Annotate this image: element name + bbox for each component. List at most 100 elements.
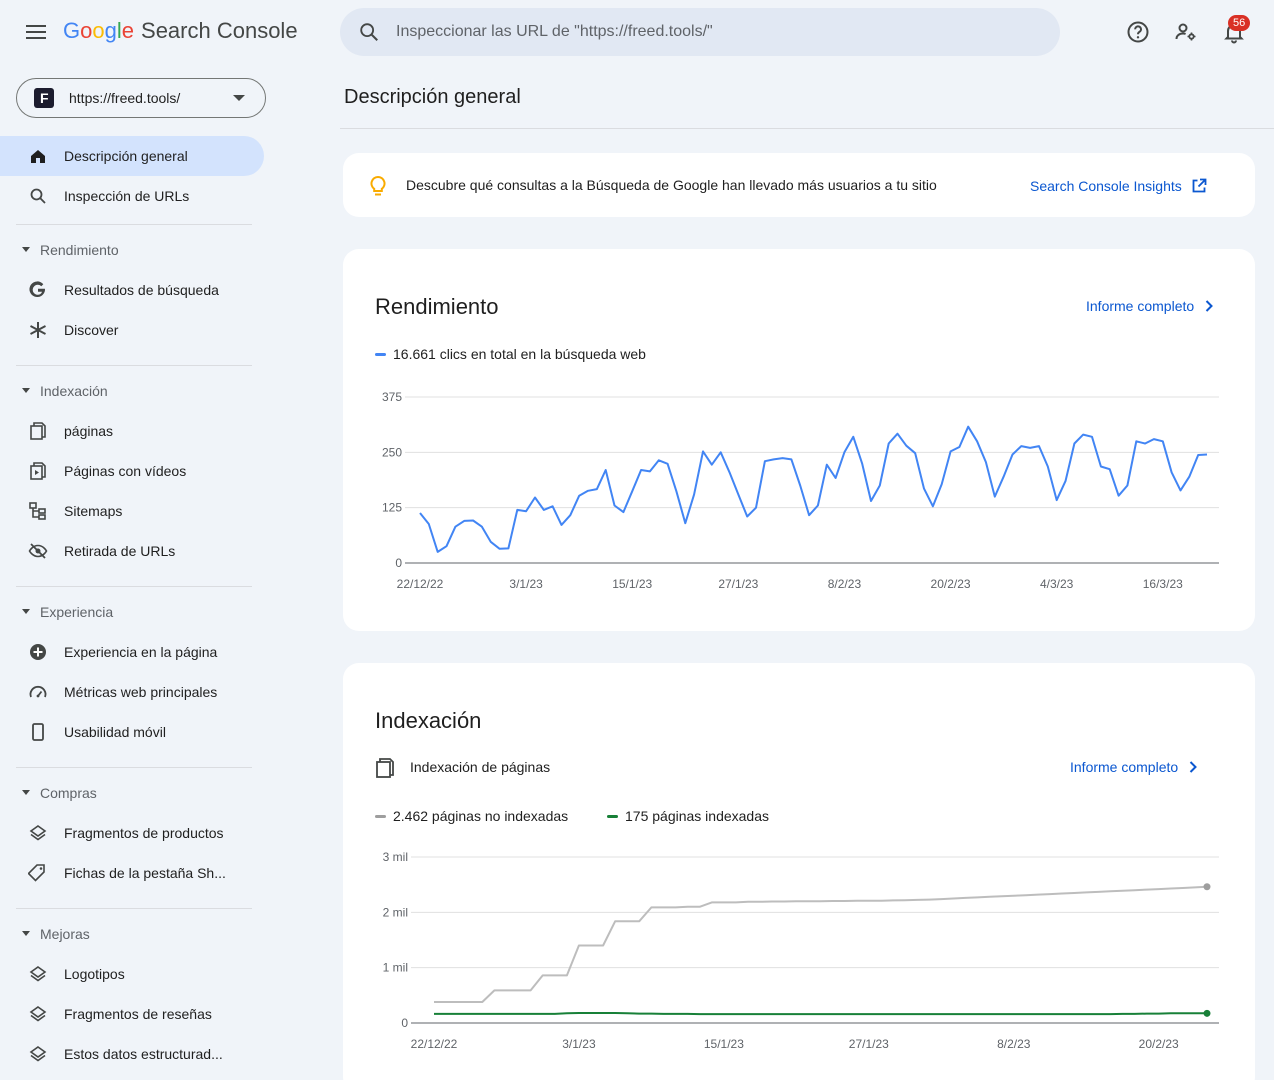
x-tick-label: 3/1/23 [562, 1037, 596, 1051]
section-title: Compras [40, 785, 97, 801]
manage-accounts-icon[interactable] [1174, 20, 1198, 44]
sidebar-item-fragmentos-de-reseñas[interactable]: Fragmentos de reseñas [0, 994, 264, 1034]
help-icon[interactable] [1126, 20, 1150, 44]
legend-label: 16.661 clics en total en la búsqueda web [393, 346, 646, 362]
report-link-label: Informe completo [1070, 759, 1179, 775]
indexing-report-link[interactable]: Informe completo [1070, 759, 1198, 775]
sidebar-section-mejoras[interactable]: Mejoras [0, 919, 264, 949]
collapse-arrow-icon [22, 609, 30, 614]
indexed-legend[interactable]: 175 páginas indexadas [607, 808, 769, 824]
collapse-arrow-icon [22, 790, 30, 795]
insights-message: Descubre qué consultas a la Búsqueda de … [406, 177, 937, 193]
legend-label: 2.462 páginas no indexadas [393, 808, 569, 824]
sidebar-section-compras[interactable]: Compras [0, 778, 264, 808]
layers-icon [29, 1006, 47, 1022]
sidebar-item-experiencia-en-la-página[interactable]: Experiencia en la página [0, 632, 264, 672]
app-logo[interactable]: Google Search Console [63, 18, 298, 44]
home-icon [31, 150, 45, 163]
sidebar-divider [16, 224, 252, 225]
section-title: Indexación [40, 383, 108, 399]
indexing-chart[interactable]: 0 1 mil 2 mil 3 mil 22/12/22 3/1/23 15/1/23 27/… [343, 843, 1255, 1063]
phone-icon [32, 723, 44, 741]
logo-letter: e [121, 18, 135, 43]
layers-icon [29, 1046, 47, 1062]
y-tick-label: 1 mil [383, 961, 408, 975]
sidebar-item-descripción-general[interactable]: Descripción general [0, 136, 264, 176]
sidebar-item-sitemaps[interactable]: Sitemaps [0, 491, 264, 531]
sidebar-item-resultados-de-búsqueda[interactable]: Resultados de búsqueda [0, 270, 264, 310]
insights-link-label: Search Console Insights [1030, 178, 1182, 194]
sidebar-item-label: Discover [64, 322, 119, 338]
logo-letter: o [92, 18, 105, 43]
video-pages-icon [30, 462, 46, 480]
url-inspection-search[interactable] [340, 8, 1060, 56]
x-tick-label: 20/2/23 [931, 577, 971, 591]
top-bar: Google Search Console 56 [0, 0, 1274, 64]
sidebar-section-experiencia[interactable]: Experiencia [0, 597, 264, 627]
notification-badge: 56 [1228, 15, 1251, 31]
sidebar-item-estos-datos-estructurad[interactable]: Estos datos estructurad... [0, 1034, 264, 1074]
insights-link[interactable]: Search Console Insights [1030, 178, 1207, 194]
layers-icon [29, 966, 47, 982]
property-url: https://freed.tools/ [69, 90, 181, 106]
sidebar-item-usabilidad-móvil[interactable]: Usabilidad móvil [0, 712, 264, 752]
page-title: Descripción general [344, 86, 521, 108]
pages-icon [376, 758, 394, 778]
speedometer-icon [29, 685, 47, 698]
series-line-0[interactable] [434, 885, 1208, 1003]
series-line-0[interactable] [419, 425, 1208, 553]
legend-swatch [607, 814, 618, 818]
collapse-arrow-icon [22, 931, 30, 936]
legend-swatch [375, 352, 386, 356]
search-input[interactable] [396, 23, 996, 41]
sidebar-item-métricas-web-principales[interactable]: Métricas web principales [0, 672, 264, 712]
sidebar-item-logotipos[interactable]: Logotipos [0, 954, 264, 994]
x-tick-label: 27/1/23 [849, 1037, 889, 1051]
x-tick-label: 22/12/22 [397, 577, 444, 591]
sidebar-item-páginas[interactable]: páginas [0, 411, 264, 451]
sitemap-icon [29, 502, 46, 520]
y-tick-label: 125 [382, 501, 402, 515]
open-in-new-icon [1192, 178, 1207, 193]
y-tick-label: 3 mil [383, 850, 408, 864]
sidebar-item-label: Retirada de URLs [64, 543, 176, 559]
chevron-right-icon [1205, 300, 1214, 312]
menu-icon[interactable] [22, 20, 50, 44]
sidebar-item-label: Usabilidad móvil [64, 724, 166, 740]
sidebar-item-páginas-con-vídeos[interactable]: Páginas con vídeos [0, 451, 264, 491]
indexing-card: Indexación Indexación de páginas Informe… [343, 663, 1255, 1080]
search-icon [360, 23, 378, 41]
sidebar-item-label: Fragmentos de productos [64, 825, 224, 841]
x-tick-label: 22/12/22 [411, 1037, 458, 1051]
sidebar-divider [16, 586, 252, 587]
performance-report-link[interactable]: Informe completo [1086, 298, 1214, 314]
series-end-point [1203, 883, 1211, 891]
sidebar-item-inspección-de-urls[interactable]: Inspección de URLs [0, 176, 264, 216]
indexing-title: Indexación [375, 708, 482, 733]
series-line-1[interactable] [434, 1012, 1207, 1016]
not-indexed-legend[interactable]: 2.462 páginas no indexadas [375, 808, 568, 824]
x-tick-label: 27/1/23 [718, 577, 758, 591]
sidebar-item-label: Descripción general [64, 148, 188, 164]
sidebar-item-fragmentos-de-productos[interactable]: Fragmentos de productos [0, 813, 264, 853]
collapse-arrow-icon [22, 247, 30, 252]
sidebar-item-label: Fichas de la pestaña Sh... [64, 865, 226, 881]
sidebar-item-label: Fragmentos de reseñas [64, 1006, 212, 1022]
performance-chart[interactable]: 0 125 250 375 22/12/22 3/1/23 15/1/23 27/1/23 8/… [343, 379, 1255, 599]
sidebar-item-fichas-de-la-pestaña-sh[interactable]: Fichas de la pestaña Sh... [0, 853, 264, 893]
chevron-right-icon [1189, 761, 1198, 773]
sidebar-item-discover[interactable]: Discover [0, 310, 264, 350]
property-selector[interactable]: F https://freed.tools/ [16, 78, 266, 118]
sidebar-item-retirada-de-urls[interactable]: Retirada de URLs [0, 531, 264, 571]
x-tick-label: 8/2/23 [997, 1037, 1031, 1051]
y-tick-label: 0 [401, 1016, 408, 1030]
clicks-legend[interactable]: 16.661 clics en total en la búsqueda web [375, 346, 646, 362]
sidebar-section-indexación[interactable]: Indexación [0, 376, 264, 406]
tag-icon [28, 864, 45, 882]
pages-icon [30, 422, 46, 440]
lightbulb-icon [370, 175, 386, 196]
sidebar-divider [16, 908, 252, 909]
sidebar-section-rendimiento[interactable]: Rendimiento [0, 235, 264, 265]
legend-label: 175 páginas indexadas [625, 808, 770, 824]
sidebar-divider [16, 767, 252, 768]
